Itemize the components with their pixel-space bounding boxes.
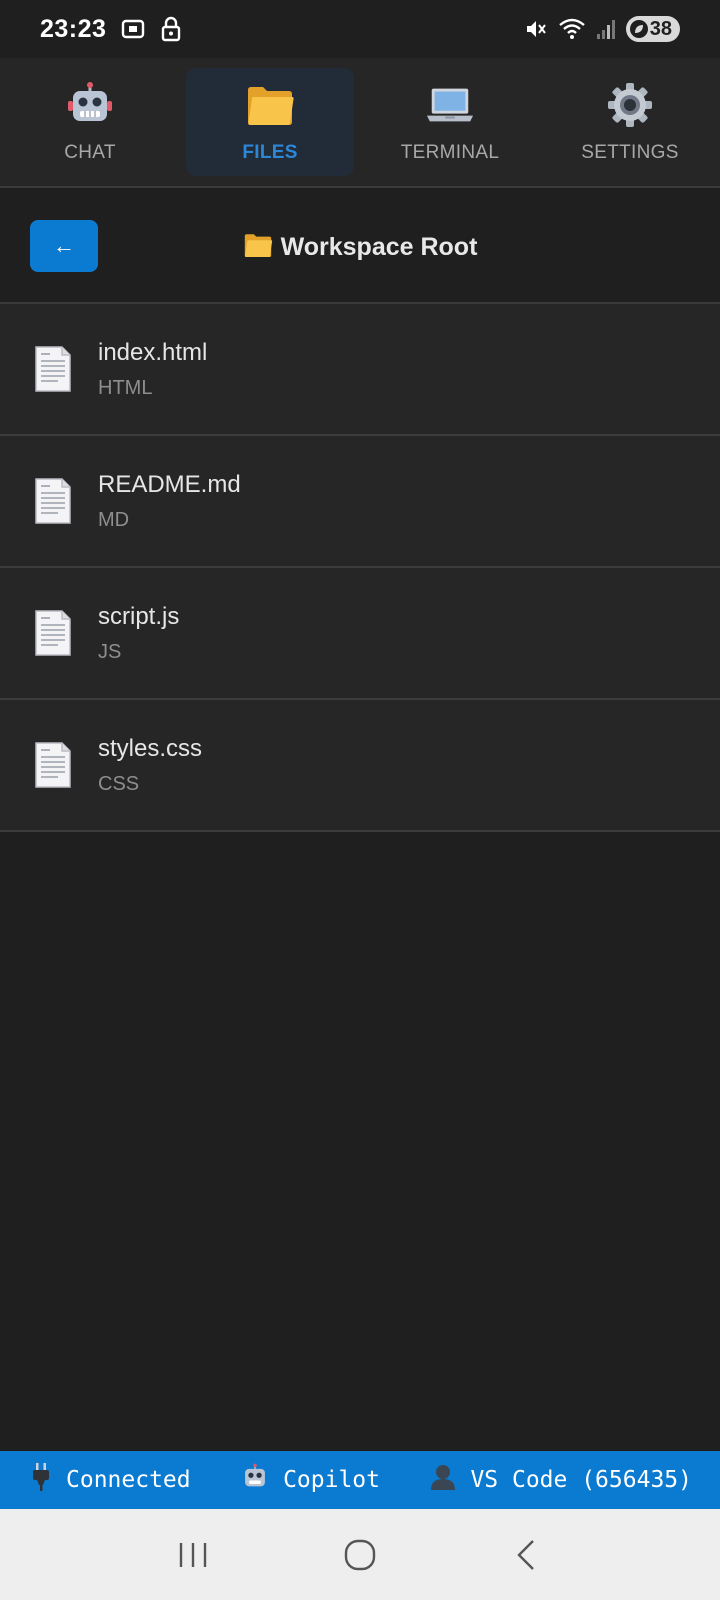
signal-icon: [596, 18, 616, 40]
battery-saver-icon: [629, 20, 648, 38]
document-icon: [35, 742, 71, 788]
file-row[interactable]: index.html HTML: [0, 304, 720, 436]
document-icon: [35, 346, 71, 392]
back-icon: [516, 1539, 534, 1570]
document-icon: [35, 610, 71, 656]
status-right: 38: [524, 16, 680, 42]
file-meta: index.html HTML: [98, 339, 207, 400]
file-meta: README.md MD: [98, 471, 241, 532]
tab-settings-label: SETTINGS: [581, 142, 679, 163]
connection-status-bar: Connected Copilot VS Code (656435): [0, 1451, 720, 1509]
screenshot-icon: [120, 16, 146, 42]
recent-apps-icon: [180, 1542, 207, 1567]
file-type: HTML: [98, 376, 153, 399]
wifi-icon: [558, 17, 586, 41]
file-row[interactable]: script.js JS: [0, 568, 720, 700]
back-button[interactable]: ←: [30, 220, 98, 272]
agent-status: Copilot: [241, 1463, 380, 1497]
battery-level: 38: [649, 17, 672, 40]
file-meta: script.js JS: [98, 603, 179, 664]
plug-icon: [30, 1462, 52, 1498]
mute-icon: [524, 17, 548, 41]
system-status-bar: 23:23 38: [0, 0, 720, 58]
tab-settings[interactable]: SETTINGS: [546, 68, 714, 176]
file-name: script.js: [98, 602, 180, 630]
tab-terminal-label: TERMINAL: [400, 142, 500, 163]
robot-icon: [65, 80, 115, 130]
file-type: JS: [98, 640, 122, 663]
folder-icon: [243, 231, 273, 264]
lock-icon: [160, 16, 182, 42]
file-row[interactable]: styles.css CSS: [0, 700, 720, 832]
file-name: README.md: [98, 470, 241, 498]
status-time: 23:23: [40, 14, 107, 43]
path-title-text: Workspace Root: [280, 232, 478, 261]
android-nav-bar: [0, 1509, 720, 1600]
tab-chat-label: CHAT: [64, 142, 116, 163]
tab-terminal[interactable]: TERMINAL: [366, 68, 534, 176]
agent-status-text: Copilot: [283, 1467, 380, 1493]
file-name: styles.css: [98, 734, 203, 762]
file-name: index.html: [98, 338, 208, 366]
user-icon: [430, 1463, 456, 1497]
file-list: index.html HTML README.md MD script.js J…: [0, 304, 720, 832]
path-title: Workspace Root: [0, 190, 720, 304]
recent-apps-button[interactable]: [163, 1525, 223, 1585]
robot-icon: [241, 1463, 269, 1497]
document-icon: [35, 478, 71, 524]
gear-icon: [605, 80, 655, 130]
back-nav-button[interactable]: [497, 1525, 557, 1585]
tab-files[interactable]: FILES: [186, 68, 354, 176]
client-status-text: VS Code (656435): [470, 1467, 692, 1493]
connection-status: Connected: [30, 1462, 191, 1498]
status-left: 23:23: [40, 15, 182, 44]
battery-icon: 38: [625, 16, 680, 42]
home-icon: [344, 1539, 376, 1570]
client-status: VS Code (656435): [430, 1463, 692, 1497]
folder-icon: [245, 80, 295, 130]
path-header: ← Workspace Root: [0, 190, 720, 304]
main-tab-bar: CHAT FILES TERMINAL SETTINGS: [0, 58, 720, 188]
tab-chat[interactable]: CHAT: [6, 68, 174, 176]
app-root: 23:23 38 CHAT FILES TERMINAL SETTINGS ← …: [0, 0, 720, 1600]
file-meta: styles.css CSS: [98, 735, 202, 796]
home-button[interactable]: [330, 1525, 390, 1585]
file-type: MD: [98, 508, 130, 531]
tab-files-label: FILES: [242, 142, 298, 163]
file-row[interactable]: README.md MD: [0, 436, 720, 568]
file-type: CSS: [98, 772, 140, 795]
connection-status-text: Connected: [66, 1467, 191, 1493]
laptop-icon: [425, 80, 475, 130]
